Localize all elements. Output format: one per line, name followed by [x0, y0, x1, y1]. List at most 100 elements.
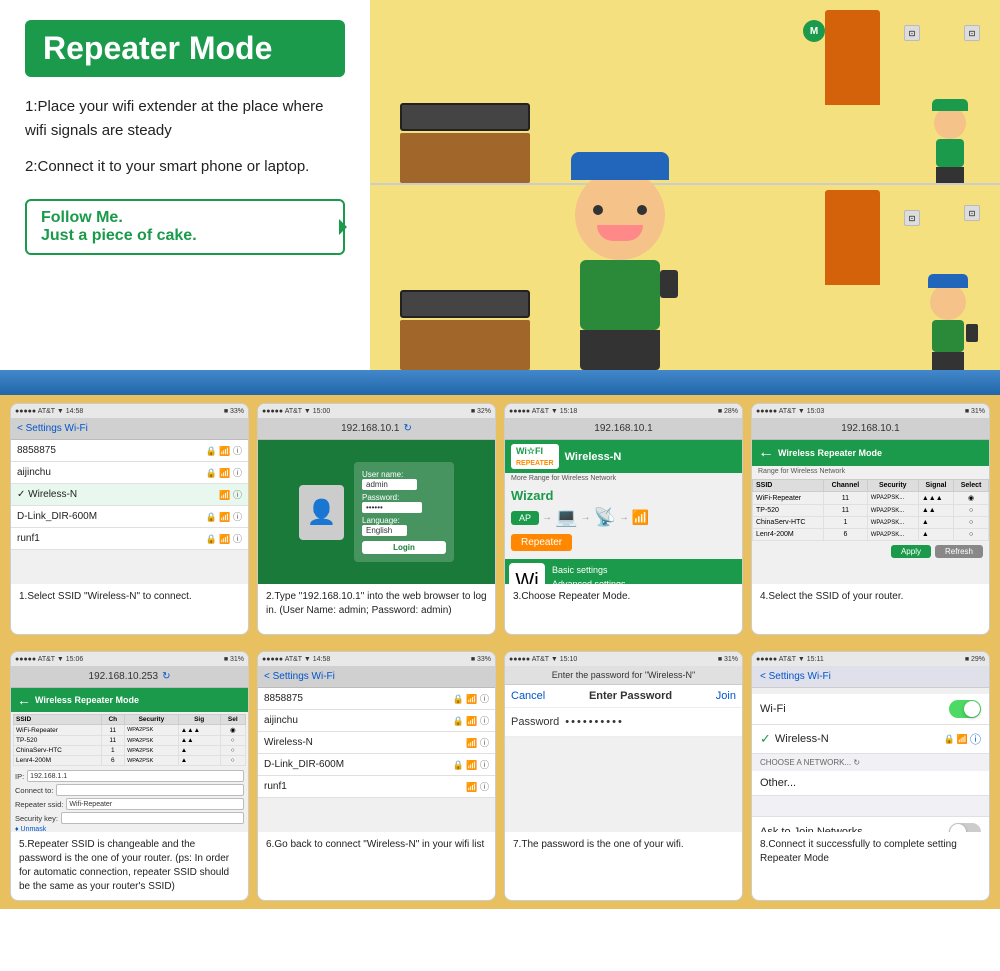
- wifi-name: ✓ Wireless-N: [17, 489, 77, 500]
- wizard-section: Wizard AP → 💻 → 📡 → 📶 Repeater: [505, 484, 742, 559]
- signal-icon: 📶: [957, 734, 968, 745]
- top-left: Repeater Mode 1:Place your wifi extender…: [0, 0, 370, 370]
- wave-separator: [0, 370, 1000, 395]
- wifi-item[interactable]: D-Link_DIR-600M 🔒 📶 ⓘ: [11, 506, 248, 528]
- carrier-5: ●●●●● AT&T ▼ 15:06: [15, 656, 83, 663]
- rep-radio[interactable]: ◉: [220, 725, 245, 736]
- rep-ch: 11: [101, 736, 125, 746]
- refresh-icon[interactable]: ↻: [404, 423, 412, 434]
- wifi-item[interactable]: aijinchu 🔒 📶 ⓘ: [258, 710, 495, 732]
- other-networks-row[interactable]: Other...: [752, 771, 989, 796]
- status-bar-4: ●●●●● AT&T ▼ 15:03 ■ 31%: [752, 404, 989, 418]
- ios-wifi-content: Wi-Fi ✓ Wireless-N 🔒 📶: [752, 694, 989, 832]
- room-top: ⊡ M ⊡: [370, 0, 1000, 185]
- refresh-button[interactable]: Refresh: [935, 545, 983, 558]
- phone-screen-6: ●●●●● AT&T ▼ 14:58 ■ 33% < Settings Wi-F…: [258, 652, 495, 832]
- status-bar-3: ●●●●● AT&T ▼ 15:18 ■ 28%: [505, 404, 742, 418]
- rep-sec: WPA2PSK: [125, 756, 179, 766]
- connected-network-row[interactable]: ✓ Wireless-N 🔒 📶 ⓘ: [752, 725, 989, 754]
- advanced-settings-link[interactable]: Advanced settings: [548, 577, 630, 584]
- wifi-item[interactable]: 8858875 🔒 📶 ⓘ: [258, 688, 495, 710]
- wifi-item-selected[interactable]: ✓ Wireless-N 📶 ⓘ: [11, 484, 248, 506]
- col-sec: Security: [125, 715, 179, 725]
- unmask-link[interactable]: ♦ Unmask: [15, 826, 244, 832]
- repeater-button[interactable]: Repeater: [511, 534, 572, 551]
- phones-bottom-section: ●●●●● AT&T ▼ 15:06 ■ 31% 192.168.10.253 …: [0, 643, 1000, 909]
- ssid-name: TP-520: [753, 505, 824, 517]
- col-ssid: SSID: [753, 480, 824, 492]
- rep-radio[interactable]: ○: [220, 736, 245, 746]
- ssid-sig: ▲▲▲: [918, 492, 953, 505]
- apply-button[interactable]: Apply: [891, 545, 931, 558]
- phone-card-6: ●●●●● AT&T ▼ 14:58 ■ 33% < Settings Wi-F…: [257, 651, 496, 901]
- ask-join-toggle[interactable]: [949, 823, 981, 832]
- wifi-icons: 🔒 📶 ⓘ: [206, 444, 242, 457]
- rep-radio[interactable]: ○: [220, 756, 245, 766]
- rep-sec: WPA2PSK: [125, 746, 179, 756]
- col-sig: Signal: [918, 480, 953, 492]
- col-ch: Channel: [824, 480, 868, 492]
- ask-join-row[interactable]: Ask to Join Networks: [752, 816, 989, 832]
- ssid-buttons: Apply Refresh: [752, 541, 989, 562]
- rep-ssid-input[interactable]: Wifi-Repeater: [66, 798, 244, 810]
- phone-card-7: ●●●●● AT&T ▼ 15:10 ■ 31% Enter the passw…: [504, 651, 743, 901]
- connect-input[interactable]: [56, 784, 244, 796]
- nav-bar-8: < Settings Wi-Fi: [752, 666, 989, 688]
- wifi-icons: 🔒 📶 ⓘ: [206, 466, 242, 479]
- phone-card-1: ●●●●● AT&T ▼ 14:58 ■ 33% < Settings Wi-F…: [10, 403, 249, 635]
- connected-network-name: Wireless-N: [775, 733, 829, 745]
- rep-ssid: WiFi-Repeater: [14, 725, 102, 736]
- wifi-item[interactable]: Wireless-N 📶 ⓘ: [258, 732, 495, 754]
- follow-me-text: Follow Me.Just a piece of cake.: [41, 209, 197, 244]
- ssid-radio[interactable]: ○: [954, 505, 989, 517]
- rep-radio[interactable]: ○: [220, 746, 245, 756]
- wifi-name: aijinchu: [17, 467, 51, 478]
- join-button-7[interactable]: Join: [716, 690, 736, 702]
- wifi-name: 8858875: [264, 693, 303, 704]
- ssid-radio[interactable]: ○: [954, 529, 989, 541]
- wifi-item[interactable]: aijinchu 🔒 📶 ⓘ: [11, 462, 248, 484]
- cancel-button-7[interactable]: Cancel: [511, 690, 545, 702]
- battery-8: ■ 29%: [965, 656, 985, 663]
- ssid-sig: ▲: [918, 529, 953, 541]
- follow-me-box: Follow Me.Just a piece of cake.: [25, 199, 345, 255]
- refresh-icon-5[interactable]: ↻: [162, 671, 170, 682]
- carrier-8: ●●●●● AT&T ▼ 15:11: [756, 656, 824, 663]
- status-bar-6: ●●●●● AT&T ▼ 14:58 ■ 33%: [258, 652, 495, 666]
- wifi-item[interactable]: runf1 📶 ⓘ: [258, 776, 495, 798]
- key-label: Security key:: [15, 814, 58, 823]
- ssid-radio[interactable]: ◉: [954, 492, 989, 505]
- room-bottom: ⊡ ⊡: [370, 185, 1000, 370]
- wifi-item[interactable]: 8858875 🔒 📶 ⓘ: [11, 440, 248, 462]
- ssid-sig: ▲▲: [918, 505, 953, 517]
- form-row-ssid: Repeater ssid: Wifi-Repeater: [15, 798, 244, 810]
- wifi-item[interactable]: D-Link_DIR-600M 🔒 📶 ⓘ: [258, 754, 495, 776]
- ssid-name: ChinaServ-HTC: [753, 517, 824, 529]
- wifi-toggle[interactable]: [949, 700, 981, 718]
- col-sec: Security: [867, 480, 918, 492]
- battery-1: ■ 33%: [224, 408, 244, 415]
- ssid-sig: ▲: [918, 517, 953, 529]
- ssid-radio[interactable]: ○: [954, 517, 989, 529]
- password-action-bar: Cancel Enter Password Join: [505, 685, 742, 708]
- col-ch: Ch: [101, 715, 125, 725]
- other-text: Other...: [760, 777, 796, 789]
- battery-7: ■ 31%: [718, 656, 738, 663]
- ssid-sec: WPA2PSK...: [867, 505, 918, 517]
- lock-icon: 🔒: [944, 734, 955, 745]
- ap-button[interactable]: AP: [511, 511, 539, 525]
- phone-card-2: ●●●●● AT&T ▼ 15:00 ■ 32% 192.168.10.1 ↻ …: [257, 403, 496, 635]
- range-label: Range for Wireless Network: [752, 466, 989, 477]
- key-input[interactable]: [61, 812, 244, 824]
- ip-input[interactable]: 192.168.1.1: [27, 770, 244, 782]
- login-button[interactable]: Login: [362, 541, 446, 554]
- battery-3: ■ 28%: [718, 408, 738, 415]
- ssid-ch: 6: [824, 529, 868, 541]
- password-header-7: Enter the password for "Wireless-N": [505, 666, 742, 685]
- basic-settings-link[interactable]: Basic settings: [548, 563, 630, 577]
- step2-text: 2:Connect it to your smart phone or lapt…: [25, 155, 345, 179]
- rep-form: IP: 192.168.1.1 Connect to: Repeater ssi…: [11, 768, 248, 832]
- nav-text-1: < Settings Wi-Fi: [17, 423, 88, 434]
- wifi-item[interactable]: runf1 🔒 📶 ⓘ: [11, 528, 248, 550]
- info-icon[interactable]: ⓘ: [970, 731, 981, 747]
